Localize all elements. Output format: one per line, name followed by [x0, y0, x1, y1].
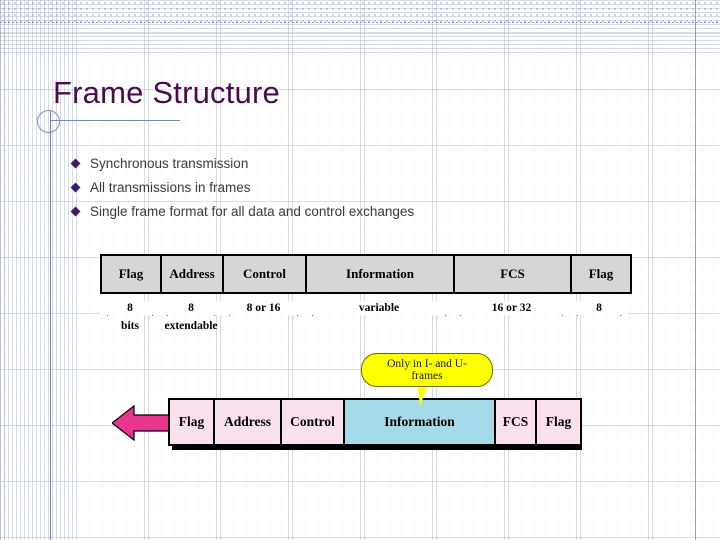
list-item-label: All transmissions in frames [90, 180, 251, 195]
size-label-flag-left: 8 [125, 302, 135, 314]
background-top-rule [0, 22, 720, 23]
list-item: All transmissions in frames [70, 176, 632, 199]
size-label-information: variable [356, 302, 402, 314]
size-arrow-information: variable [305, 301, 453, 317]
size-arrow-flag-left: 8 [100, 301, 160, 317]
frame-structure-diagram-top: Flag Address Control Information FCS Fla… [100, 254, 632, 294]
list-item: Synchronous transmission [70, 152, 632, 175]
frame-field-address: Address [162, 256, 224, 292]
frame-field-information: Information [307, 256, 455, 292]
list-item-label: Single frame format for all data and con… [90, 204, 415, 219]
frame2-field-address: Address [215, 400, 282, 444]
diamond-bullet-icon [70, 158, 90, 169]
diamond-bullet-icon [70, 182, 90, 193]
frame-field-flag-left: Flag [102, 256, 162, 292]
size-arrow-flag-right: 8 [570, 301, 628, 317]
bullet-list: Synchronous transmission All transmissio… [70, 152, 632, 224]
frame-field-flag-right: Flag [572, 256, 630, 292]
size-arrow-address: 8 [160, 301, 222, 317]
title-underline [50, 120, 180, 121]
frame2-field-flag-left: Flag [170, 400, 215, 444]
frame2-field-flag-right: Flag [537, 400, 580, 444]
size-sublabel-extendable: extendable [164, 320, 218, 332]
callout-line-1: Only in I- and U- [387, 358, 467, 370]
frame-size-annotations: 8 8 8 or 16 variable 16 or 32 8 bits ext… [100, 301, 628, 333]
size-label-control: 8 or 16 [244, 302, 283, 314]
frame-field-control: Control [224, 256, 307, 292]
size-sublabel-bits: bits [121, 320, 139, 332]
frame2-field-fcs: FCS [496, 400, 537, 444]
size-label-fcs: 16 or 32 [489, 302, 534, 314]
background-top-band [0, 0, 720, 23]
list-item: Single frame format for all data and con… [70, 200, 632, 223]
callout-line-2: frames [411, 370, 443, 382]
frame-field-fcs: FCS [455, 256, 572, 292]
list-item-label: Synchronous transmission [90, 156, 249, 171]
title-circle-decoration [37, 110, 60, 133]
size-label-address: 8 [186, 302, 196, 314]
diamond-bullet-icon [70, 206, 90, 217]
callout-bubble: Only in I- and U- frames [361, 353, 493, 387]
size-label-flag-right: 8 [594, 302, 604, 314]
frame-structure-diagram-bottom: Flag Address Control Information FCS Fla… [168, 398, 582, 446]
background-left-rule [50, 110, 51, 540]
size-arrow-fcs: 16 or 32 [453, 301, 570, 317]
background-right-rule [695, 0, 696, 540]
frame2-field-information: Information [345, 400, 496, 444]
size-arrow-control: 8 or 16 [222, 301, 305, 317]
page-title: Frame Structure [53, 75, 280, 110]
frame2-field-control: Control [282, 400, 345, 444]
slide-canvas: Frame Structure Synchronous transmission… [0, 0, 720, 540]
